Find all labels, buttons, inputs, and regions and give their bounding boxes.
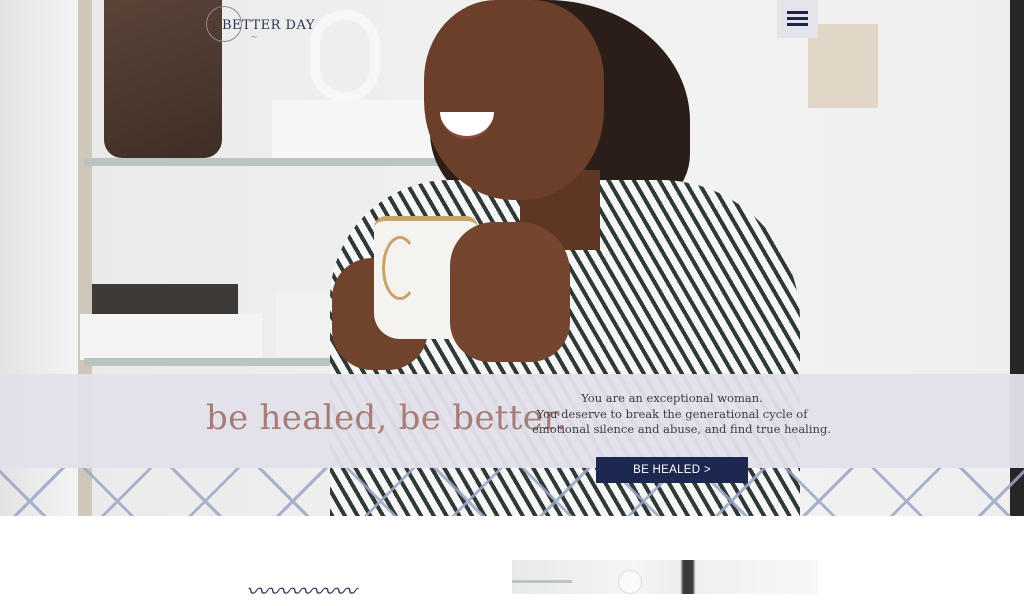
site-logo[interactable]: BETTER DAY ~ <box>206 4 326 52</box>
preview-photo-lamp <box>618 570 642 594</box>
hero-photo-person-hand-right <box>450 222 570 362</box>
hero-photo-person-face <box>424 0 604 200</box>
hero-blurb-line: You are an exceptional woman. <box>581 391 763 405</box>
hero-photo-books-dark <box>92 284 238 314</box>
hamburger-menu-button[interactable] <box>777 0 818 38</box>
lattice-pattern <box>0 468 1024 516</box>
hero-blurb: You are an exceptional woman. You deserv… <box>532 391 831 438</box>
hero-blurb-line: You deserve to break the generational cy… <box>536 406 808 421</box>
hero-photo-lamp <box>814 0 874 24</box>
hero-photo-mug-letter <box>382 236 418 300</box>
hero-headline: be healed, be better. <box>206 398 568 438</box>
hamburger-menu-icon-bar <box>787 23 808 26</box>
hero-blurb-line: emotional silence and abuse, and find tr… <box>532 422 831 436</box>
hamburger-menu-icon <box>787 11 808 14</box>
logo-script-flourish: ~ <box>250 32 259 43</box>
hero-photo-books <box>272 100 442 160</box>
be-healed-button[interactable]: BE HEALED > <box>596 457 748 483</box>
hamburger-menu-icon-bar <box>787 17 808 20</box>
section-script-heading: 〰〰〰〰〰 <box>246 580 357 605</box>
logo-text: BETTER DAY <box>222 18 315 33</box>
hero-photo-books-light <box>80 314 262 360</box>
hero-photo-vase <box>104 0 222 158</box>
hero-photo-shelf <box>84 158 444 166</box>
preview-photo-shelf <box>512 580 572 583</box>
hero-photo-frame <box>808 24 878 108</box>
section-preview-photo <box>512 560 818 594</box>
